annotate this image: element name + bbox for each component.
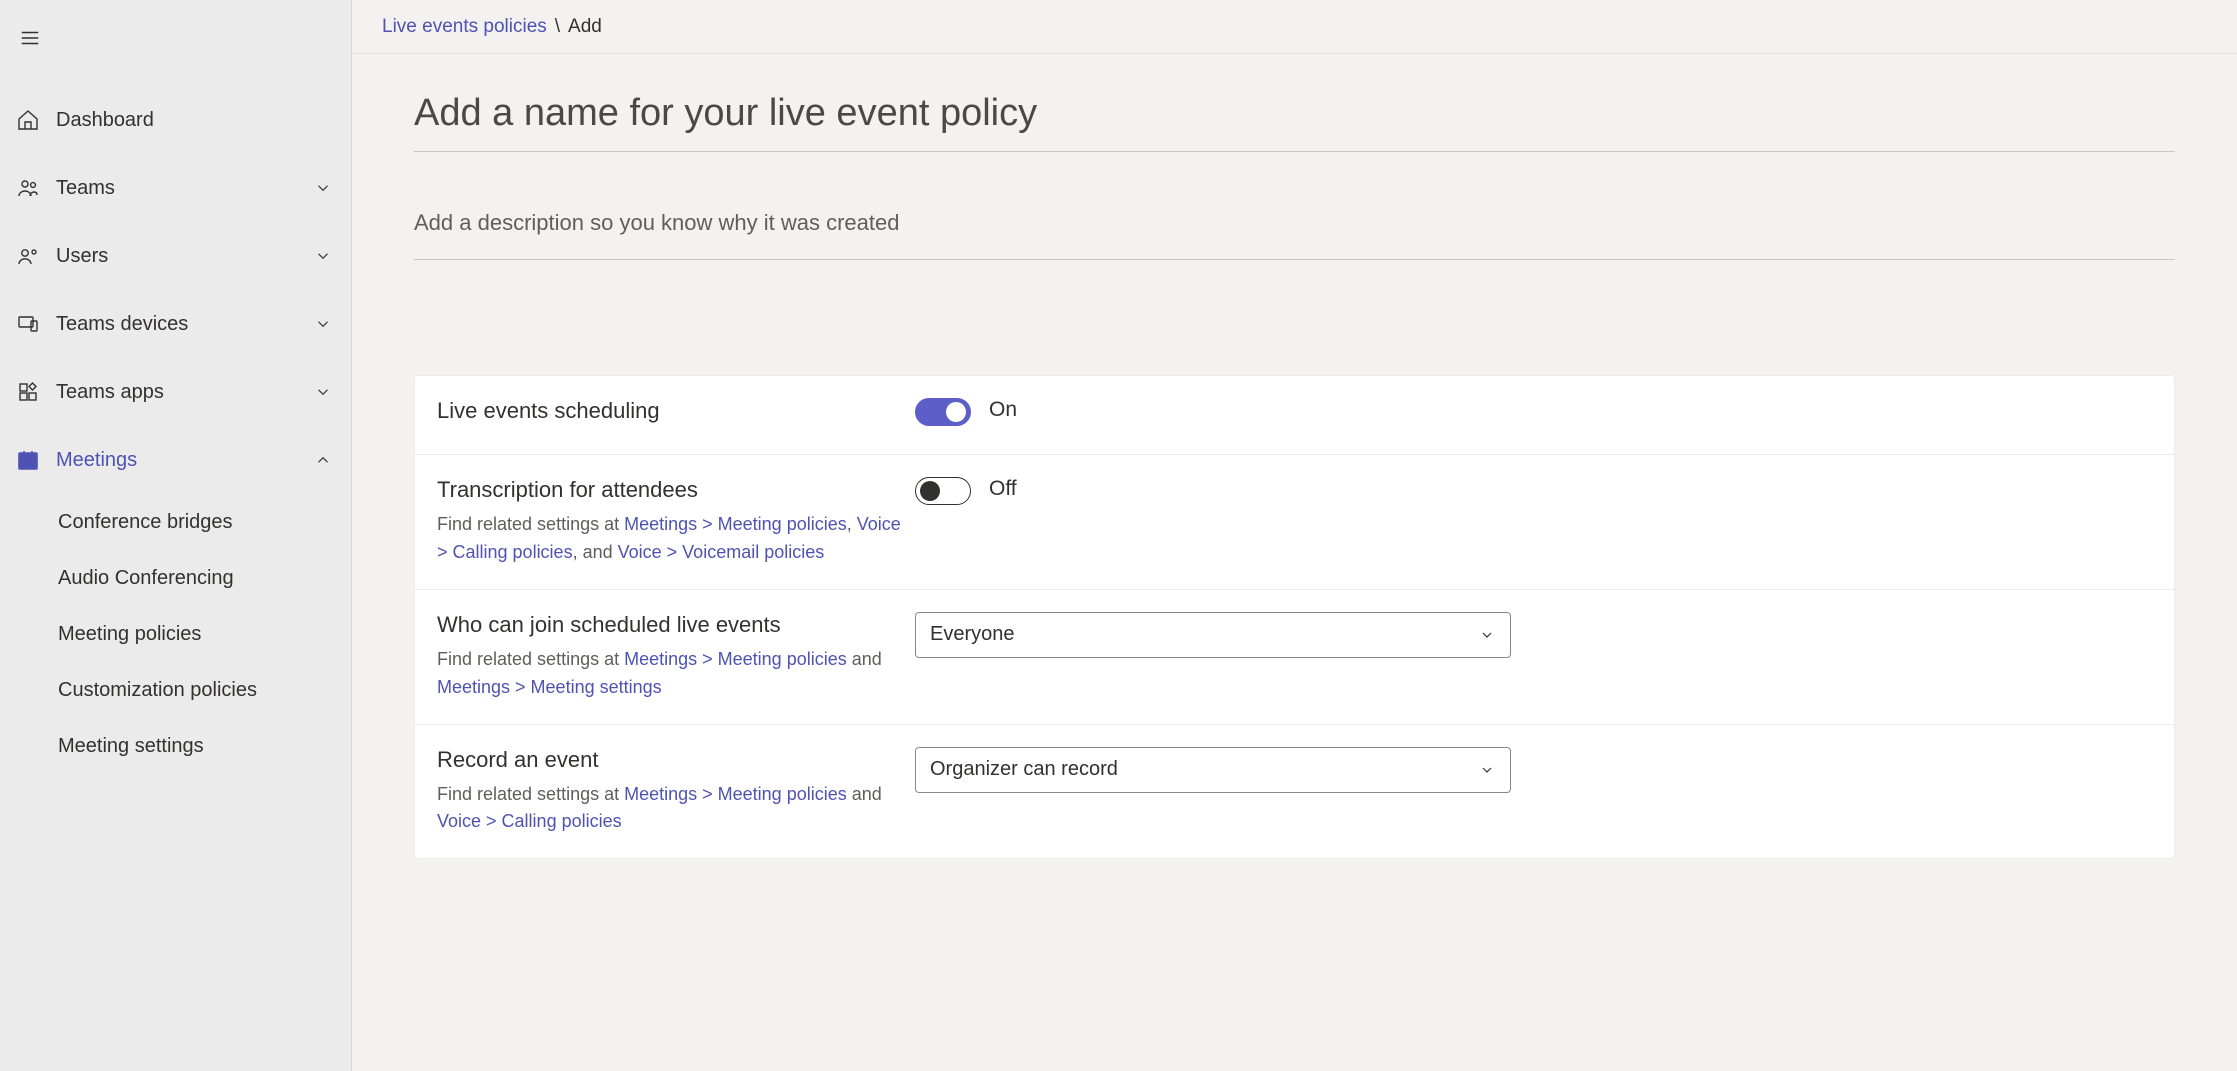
link-meeting-settings[interactable]: Meetings > Meeting settings (437, 677, 662, 697)
teams-icon (14, 174, 42, 202)
row-live-events-scheduling: Live events scheduling On (415, 376, 2174, 454)
sub-label: Customization policies (58, 679, 257, 702)
row-title-transcription: Transcription for attendees (437, 477, 915, 503)
help-prefix: Find related settings at (437, 649, 624, 669)
help-prefix: Find related settings at (437, 514, 624, 534)
main: Live events policies \ Add Live events s… (352, 0, 2237, 1071)
breadcrumb-separator: \ (555, 16, 560, 38)
help-sep: and (847, 784, 882, 804)
sidebar-sub-meeting-policies[interactable]: Meeting policies (0, 606, 351, 662)
toggle-label-transcription: Off (989, 477, 1017, 501)
sidebar-nav: Dashboard Teams Users Teams device (0, 86, 351, 774)
toggle-transcription[interactable] (915, 477, 971, 505)
link-meeting-policies[interactable]: Meetings > Meeting policies (624, 514, 847, 534)
help-sep: , (847, 514, 857, 534)
devices-icon (14, 310, 42, 338)
row-title-scheduling: Live events scheduling (437, 398, 915, 424)
sidebar-item-meetings[interactable]: Meetings (0, 426, 351, 494)
help-sep: , and (573, 542, 618, 562)
row-transcription: Transcription for attendees Find related… (415, 454, 2174, 589)
sidebar-item-teams[interactable]: Teams (0, 154, 351, 222)
settings-card: Live events scheduling On Transcription … (414, 375, 2175, 859)
breadcrumb-parent-link[interactable]: Live events policies (382, 16, 547, 38)
chevron-down-icon (313, 246, 333, 266)
chevron-down-icon (313, 178, 333, 198)
chevron-down-icon (313, 382, 333, 402)
row-record-event: Record an event Find related settings at… (415, 724, 2174, 859)
apps-icon (14, 378, 42, 406)
row-who-can-join: Who can join scheduled live events Find … (415, 589, 2174, 724)
sidebar-item-devices[interactable]: Teams devices (0, 290, 351, 358)
link-meeting-policies[interactable]: Meetings > Meeting policies (624, 649, 847, 669)
sidebar-label-users: Users (56, 245, 313, 268)
home-icon (14, 106, 42, 134)
row-help-record: Find related settings at Meetings > Meet… (437, 781, 915, 837)
toggle-live-events-scheduling[interactable] (915, 398, 971, 426)
hamburger-icon (19, 27, 41, 49)
chevron-up-icon (313, 450, 333, 470)
toggle-knob (920, 481, 940, 501)
breadcrumb: Live events policies \ Add (352, 0, 2237, 54)
row-title-who-can-join: Who can join scheduled live events (437, 612, 915, 638)
sidebar-label-meetings: Meetings (56, 449, 313, 472)
chevron-down-icon (1478, 626, 1496, 644)
users-icon (14, 242, 42, 270)
row-title-record: Record an event (437, 747, 915, 773)
sidebar-sub-customization-policies[interactable]: Customization policies (0, 662, 351, 718)
sidebar: Dashboard Teams Users Teams device (0, 0, 352, 1071)
sub-label: Conference bridges (58, 511, 233, 534)
chevron-down-icon (1478, 761, 1496, 779)
sidebar-label-dashboard: Dashboard (56, 109, 333, 132)
help-prefix: Find related settings at (437, 784, 624, 804)
dropdown-who-can-join[interactable]: Everyone (915, 612, 1511, 658)
sidebar-item-apps[interactable]: Teams apps (0, 358, 351, 426)
sidebar-label-apps: Teams apps (56, 381, 313, 404)
calendar-icon (14, 446, 42, 474)
sub-label: Audio Conferencing (58, 567, 234, 590)
link-meeting-policies[interactable]: Meetings > Meeting policies (624, 784, 847, 804)
sidebar-label-devices: Teams devices (56, 313, 313, 336)
sidebar-sub-meeting-settings[interactable]: Meeting settings (0, 718, 351, 774)
sub-label: Meeting settings (58, 735, 204, 758)
row-help-transcription: Find related settings at Meetings > Meet… (437, 511, 915, 567)
sub-label: Meeting policies (58, 623, 201, 646)
sidebar-sub-audio-conferencing[interactable]: Audio Conferencing (0, 550, 351, 606)
sidebar-item-users[interactable]: Users (0, 222, 351, 290)
toggle-knob (946, 402, 966, 422)
chevron-down-icon (313, 314, 333, 334)
row-help-who-can-join: Find related settings at Meetings > Meet… (437, 646, 915, 702)
sidebar-label-teams: Teams (56, 177, 313, 200)
sidebar-sub-conference-bridges[interactable]: Conference bridges (0, 494, 351, 550)
dropdown-value: Organizer can record (930, 758, 1118, 781)
link-calling-policies[interactable]: Voice > Calling policies (437, 811, 622, 831)
content: Live events scheduling On Transcription … (352, 54, 2237, 859)
policy-description-input[interactable] (414, 204, 2175, 260)
hamburger-menu-button[interactable] (10, 18, 50, 58)
sidebar-item-dashboard[interactable]: Dashboard (0, 86, 351, 154)
breadcrumb-current: Add (568, 16, 602, 38)
toggle-label-scheduling: On (989, 398, 1017, 422)
link-voicemail-policies[interactable]: Voice > Voicemail policies (618, 542, 825, 562)
help-sep: and (847, 649, 882, 669)
dropdown-value: Everyone (930, 623, 1015, 646)
dropdown-record-event[interactable]: Organizer can record (915, 747, 1511, 793)
policy-name-input[interactable] (414, 84, 2175, 152)
